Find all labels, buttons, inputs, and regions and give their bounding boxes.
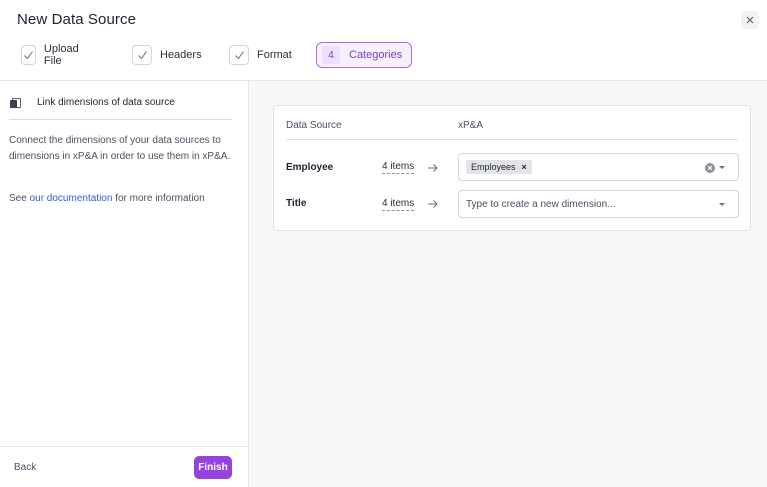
check-icon [24, 50, 33, 59]
divider [286, 139, 738, 140]
divider [9, 119, 232, 120]
dimension-mapping-card: Data Source xP&A Employee 4 items Employ… [273, 105, 751, 231]
doc-suffix: for more information [112, 193, 205, 204]
step-badge [21, 45, 36, 65]
close-button[interactable] [741, 11, 759, 29]
dimension-select[interactable]: Type to create a new dimension... [458, 190, 739, 218]
documentation-note: See our documentation for more informati… [9, 193, 205, 204]
modal-header: New Data Source Upload File Headers Form… [0, 0, 767, 81]
column-header-data-source: Data Source [286, 120, 342, 131]
check-icon [234, 50, 244, 59]
copy-icon [10, 97, 21, 108]
chevron-down-icon[interactable] [719, 203, 725, 206]
step-number: 4 [322, 46, 340, 64]
check-icon [137, 50, 147, 59]
documentation-link[interactable]: our documentation [30, 193, 113, 204]
chip-label: Employees [471, 162, 516, 172]
step-upload-file[interactable]: Upload File [21, 42, 84, 68]
row-source-label: Title [286, 198, 307, 209]
select-placeholder: Type to create a new dimension... [466, 199, 616, 210]
sidebar-heading-text: Link dimensions of data source [37, 97, 175, 108]
sidebar-description: Connect the dimensions of your data sour… [9, 135, 231, 162]
column-header-xpa: xP&A [458, 120, 484, 131]
main-content: Data Source xP&A Employee 4 items Employ… [249, 81, 767, 487]
step-label: Headers [160, 49, 202, 61]
finish-button[interactable]: Finish [194, 456, 232, 479]
step-badge [229, 45, 249, 65]
arrow-right-icon [428, 200, 438, 208]
step-label: Categories [349, 49, 403, 61]
doc-prefix: See [9, 193, 30, 204]
step-label: Format [257, 49, 292, 61]
sidebar-heading: Link dimensions of data source [10, 97, 175, 108]
selected-dimension-chip: Employees × [466, 160, 532, 174]
step-format[interactable]: Format [229, 42, 292, 68]
row-items-count[interactable]: 4 items [382, 198, 415, 211]
remove-chip-icon[interactable]: × [522, 162, 527, 172]
step-badge [132, 45, 152, 65]
back-button[interactable]: Back [14, 462, 36, 473]
chevron-down-icon[interactable] [719, 166, 725, 169]
step-label: Upload File [43, 43, 79, 67]
dimension-select[interactable]: Employees × [458, 153, 739, 181]
arrow-right-icon [428, 164, 438, 172]
divider [0, 446, 248, 447]
step-categories[interactable]: 4 Categories [316, 42, 413, 68]
close-icon [746, 16, 754, 24]
sidebar: Link dimensions of data source Connect t… [0, 81, 249, 487]
page-title: New Data Source [17, 11, 137, 28]
step-headers[interactable]: Headers [132, 42, 202, 68]
row-source-label: Employee [286, 162, 334, 173]
row-items-count[interactable]: 4 items [382, 161, 415, 174]
clear-icon[interactable] [705, 163, 715, 173]
